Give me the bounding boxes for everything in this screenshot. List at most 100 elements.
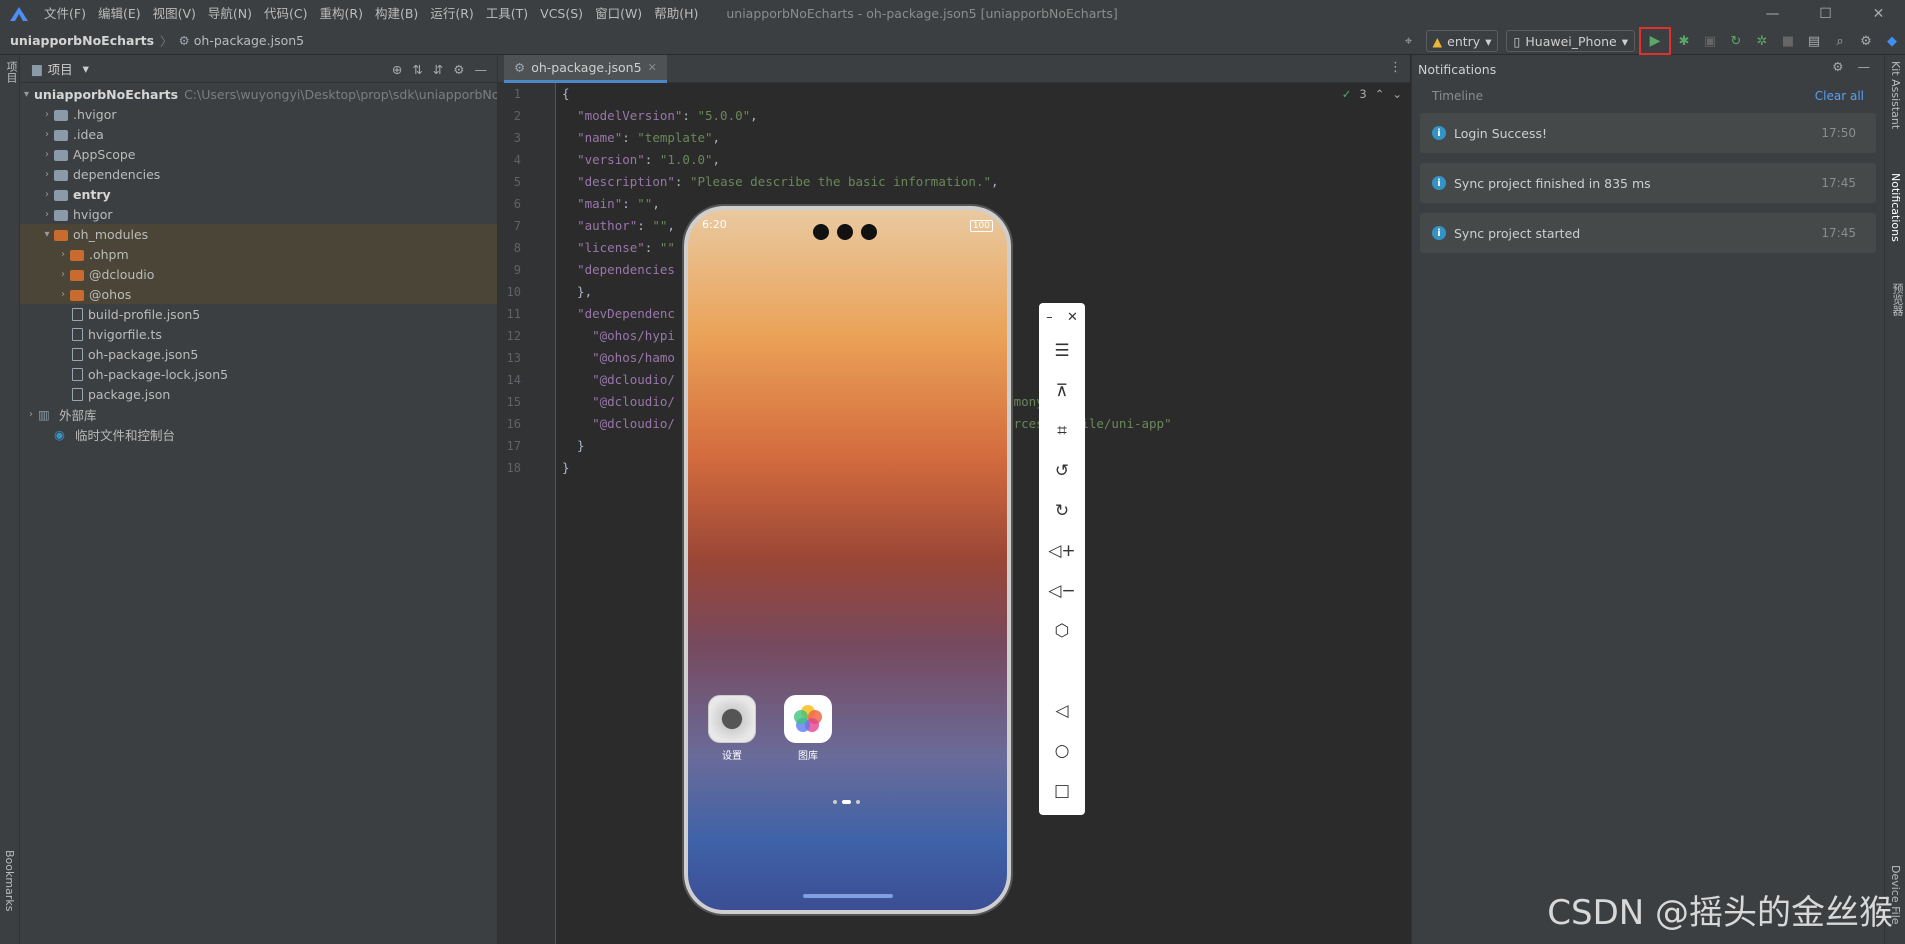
code-line[interactable]: "version": "1.0.0", <box>562 149 1172 171</box>
kit-assistant-tab[interactable]: Kit Assistant <box>1889 61 1902 129</box>
phone-emulator-screen[interactable]: 6:20 100 设置 图库 <box>684 206 1011 914</box>
recents-icon[interactable]: □ <box>1039 771 1085 811</box>
expand-arrow-icon[interactable]: › <box>40 189 54 200</box>
back-icon[interactable]: ◁ <box>1039 691 1085 731</box>
menu-item[interactable]: 工具(T) <box>480 0 534 27</box>
tree-item[interactable]: hvigorfile.ts <box>20 324 497 344</box>
tree-item[interactable]: › .idea <box>20 124 497 144</box>
shake-icon[interactable]: ⬡ <box>1039 611 1085 651</box>
expand-arrow-icon[interactable]: › <box>40 149 54 160</box>
menu-item[interactable]: VCS(S) <box>534 0 589 27</box>
expand-arrow-icon[interactable]: › <box>40 209 54 220</box>
breadcrumb-file[interactable]: oh-package.json5 <box>194 33 304 48</box>
minimize-window-icon[interactable]: — <box>1746 0 1799 27</box>
home-indicator[interactable] <box>803 894 893 898</box>
expand-arrow-icon[interactable]: › <box>56 289 70 300</box>
expand-arrow-icon[interactable]: › <box>56 269 70 280</box>
close-icon[interactable]: ✕ <box>1067 310 1078 325</box>
tree-item[interactable]: ▾ uniapporbNoEcharts C:\Users\wuyongyi\Des… <box>20 84 497 104</box>
close-window-icon[interactable]: ✕ <box>1852 0 1905 27</box>
tree-item[interactable]: › @dcloudio <box>20 264 497 284</box>
project-tool-tab[interactable]: 项目 <box>3 61 19 83</box>
crop-icon[interactable]: ⌗ <box>1039 411 1085 451</box>
notification-card[interactable]: i Sync project finished in 835 ms 17:45 <box>1420 163 1876 203</box>
project-panel-title[interactable]: 项目 <box>48 59 73 78</box>
menu-item[interactable]: 编辑(E) <box>92 0 147 27</box>
run-button[interactable]: ▶ <box>1639 27 1671 55</box>
target-icon[interactable]: ⌖ <box>1398 30 1420 52</box>
expand-arrow-icon[interactable]: › <box>40 129 54 140</box>
expand-arrow-icon[interactable]: › <box>40 169 54 180</box>
code-line[interactable]: "name": "template", <box>562 127 1172 149</box>
tree-item[interactable]: › ▥ 外部库 <box>20 404 497 424</box>
volume-up-icon[interactable]: ◁+ <box>1039 531 1085 571</box>
settings-icon[interactable]: ⚙ <box>1855 30 1877 52</box>
apply-changes-icon[interactable]: ↻ <box>1725 30 1747 52</box>
volume-down-icon[interactable]: ◁− <box>1039 571 1085 611</box>
attach-debugger-icon[interactable]: ▣ <box>1699 30 1721 52</box>
rotate-right-icon[interactable]: ↻ <box>1039 491 1085 531</box>
more-icon[interactable]: ⋮ <box>1389 60 1402 75</box>
expand-arrow-icon[interactable]: › <box>56 249 70 260</box>
pin-icon[interactable]: ⊼ <box>1039 371 1085 411</box>
menu-item[interactable]: 导航(N) <box>202 0 258 27</box>
notifications-tab[interactable]: Notifications <box>1889 173 1902 242</box>
device-manager-icon[interactable]: ▤ <box>1803 30 1825 52</box>
code-line[interactable]: "description": "Please describe the basi… <box>562 171 1172 193</box>
expand-arrow-icon[interactable]: › <box>40 109 54 120</box>
chevron-up-icon[interactable]: ⌃ <box>1375 87 1385 101</box>
code-line[interactable]: { <box>562 83 1172 105</box>
tree-item[interactable]: ◉ 临时文件和控制台 <box>20 424 497 444</box>
tree-item[interactable]: oh-package-lock.json5 <box>20 364 497 384</box>
module-selector[interactable]: ▲ entry ▾ <box>1425 30 1499 52</box>
tree-item[interactable]: build-profile.json5 <box>20 304 497 324</box>
hide-icon[interactable]: — <box>1858 59 1871 74</box>
code-line[interactable]: "modelVersion": "5.0.0", <box>562 105 1172 127</box>
tree-item[interactable]: › .hvigor <box>20 104 497 124</box>
menu-item[interactable]: 代码(C) <box>258 0 313 27</box>
menu-item[interactable]: 帮助(H) <box>648 0 704 27</box>
hide-icon[interactable]: — <box>475 62 488 77</box>
chevron-down-icon[interactable]: ▾ <box>83 61 89 76</box>
tree-item[interactable]: ▾ oh_modules <box>20 224 497 244</box>
collapse-all-icon[interactable]: ⇵ <box>433 62 443 77</box>
rotate-left-icon[interactable]: ↺ <box>1039 451 1085 491</box>
home-icon[interactable]: ○ <box>1039 731 1085 771</box>
app-gallery[interactable]: 图库 <box>784 695 832 762</box>
stop-icon[interactable]: ■ <box>1777 30 1799 52</box>
locate-icon[interactable]: ⊕ <box>392 62 402 77</box>
menu-item[interactable]: 视图(V) <box>147 0 202 27</box>
menu-item[interactable]: 构建(B) <box>369 0 424 27</box>
tab-oh-package-json5[interactable]: ⚙ oh-package.json5 ✕ <box>504 55 667 83</box>
menu-item[interactable]: 文件(F) <box>38 0 92 27</box>
bookmarks-tool-tab[interactable]: Bookmarks <box>3 850 16 911</box>
close-icon[interactable]: ✕ <box>648 61 657 74</box>
tree-item[interactable]: package.json <box>20 384 497 404</box>
tree-item[interactable]: › AppScope <box>20 144 497 164</box>
tree-item[interactable]: › .ohpm <box>20 244 497 264</box>
clear-all-link[interactable]: Clear all <box>1815 89 1864 103</box>
expand-arrow-icon[interactable]: ▾ <box>40 229 54 240</box>
expand-arrow-icon[interactable]: ▾ <box>24 89 29 100</box>
expand-all-icon[interactable]: ⇅ <box>412 62 422 77</box>
profile-icon[interactable]: ✲ <box>1751 30 1773 52</box>
maximize-window-icon[interactable]: ☐ <box>1799 0 1852 27</box>
debug-icon[interactable]: ✱ <box>1673 30 1695 52</box>
tree-item[interactable]: oh-package.json5 <box>20 344 497 364</box>
tree-item[interactable]: › hvigor <box>20 204 497 224</box>
plugin-icon[interactable]: ◆ <box>1881 30 1903 52</box>
chevron-down-icon[interactable]: ⌄ <box>1392 87 1402 101</box>
device-selector[interactable]: ▯ Huawei_Phone ▾ <box>1506 30 1635 52</box>
tree-item[interactable]: › dependencies <box>20 164 497 184</box>
notification-card[interactable]: i Sync project started 17:45 <box>1420 213 1876 253</box>
gear-icon[interactable]: ⚙ <box>1832 59 1843 74</box>
expand-arrow-icon[interactable]: › <box>24 409 38 420</box>
menu-item[interactable]: 重构(R) <box>314 0 369 27</box>
breadcrumb-project[interactable]: uniapporbNoEcharts <box>10 33 154 48</box>
menu-item[interactable]: 窗口(W) <box>589 0 648 27</box>
minimize-icon[interactable]: – <box>1046 310 1053 325</box>
app-settings[interactable]: 设置 <box>708 695 756 762</box>
tree-item[interactable]: › entry <box>20 184 497 204</box>
gear-icon[interactable]: ⚙ <box>453 62 464 77</box>
notification-card[interactable]: i Login Success! 17:50 <box>1420 113 1876 153</box>
